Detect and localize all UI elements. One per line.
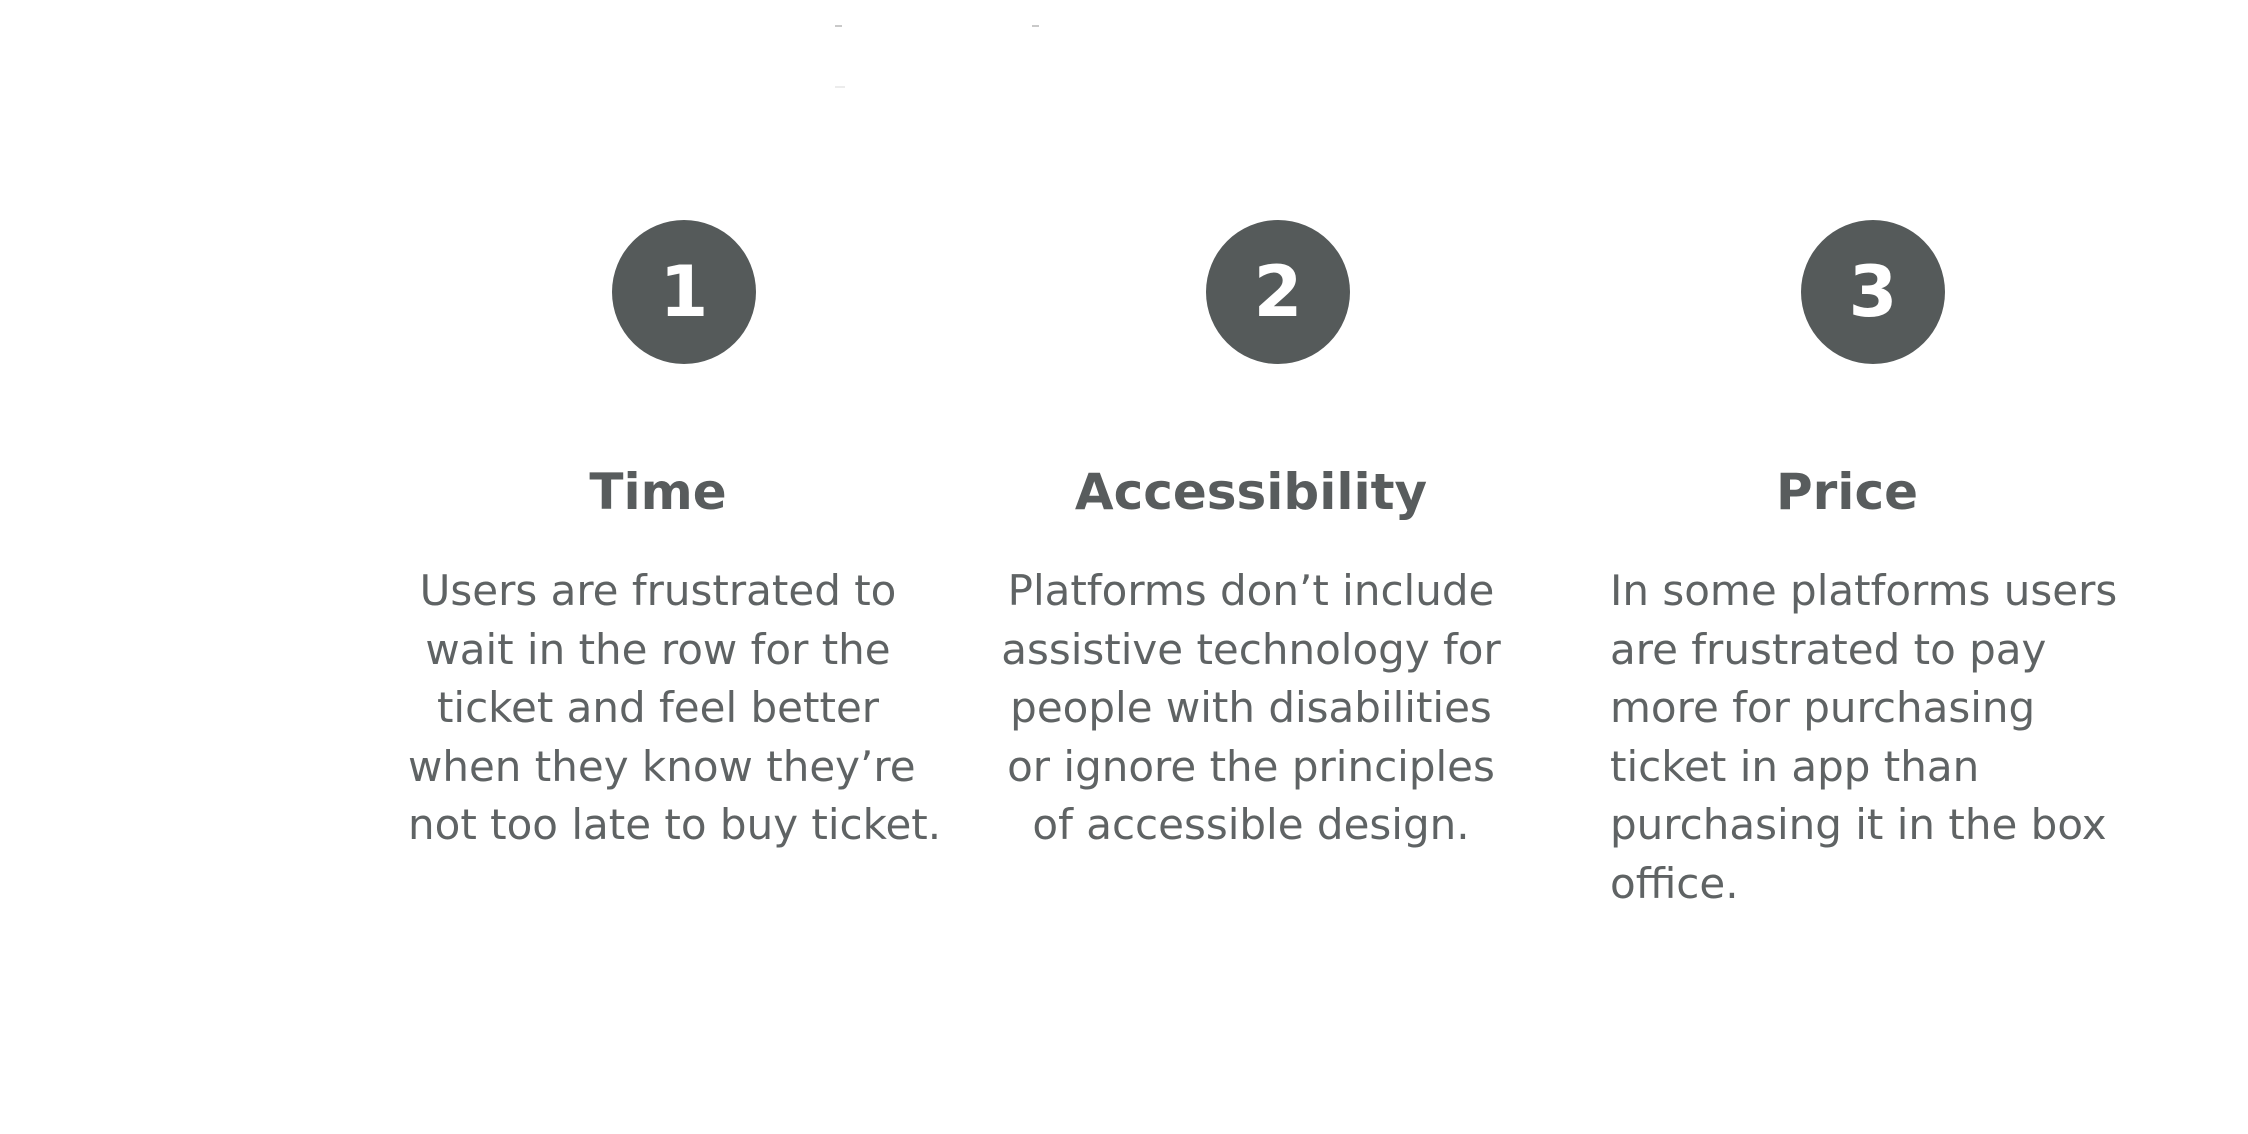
description-line: Users are frustrated to — [419, 566, 897, 615]
number-badge: 3 — [1801, 220, 1945, 364]
top-decorative-marks — [0, 0, 2248, 100]
feature-column-accessibility: 2 Accessibility Platforms don’t include … — [1001, 220, 1515, 940]
description-line: more for purchasing — [1610, 683, 2036, 733]
feature-description: In some platforms users are frustrated t… — [1610, 562, 2118, 914]
feature-title: Accessibility — [1074, 462, 1428, 521]
description-line: of accessible design. — [1032, 800, 1470, 850]
description-line: purchasing it in the box — [1610, 800, 2107, 850]
description-line: ticket and feel better — [436, 683, 880, 733]
description-line: people with disabilities — [1010, 683, 1492, 733]
top-mark-left — [835, 25, 842, 27]
description-line: ticket in app than — [1610, 741, 1980, 791]
description-line: not too late to buy ticket. — [408, 800, 942, 850]
description-line: In some platforms users — [1610, 566, 2118, 615]
feature-column-time: 1 Time Users are frustrated to wait in t… — [408, 220, 941, 940]
top-mark-faint — [835, 86, 845, 88]
feature-column-price: 3 Price In some platforms users are frus… — [1610, 220, 2118, 940]
feature-description: Platforms don’t include assistive techno… — [1001, 562, 1501, 855]
description-line: assistive technology for — [1001, 624, 1501, 674]
description-line: are frustrated to pay — [1610, 624, 2047, 674]
description-line: wait in the row for the — [425, 624, 891, 674]
number-badge: 1 — [612, 220, 756, 364]
description-line: when they know they’re — [408, 741, 916, 791]
feature-title: Time — [589, 462, 727, 521]
number-badge: 2 — [1206, 220, 1350, 364]
description-line: or ignore the principles — [1007, 741, 1495, 791]
top-mark-right — [1032, 25, 1039, 27]
feature-title: Price — [1776, 462, 1918, 521]
feature-description: Users are frustrated to wait in the row … — [408, 562, 942, 855]
description-line: Platforms don’t include — [1007, 566, 1495, 615]
description-line: office. — [1610, 858, 1739, 908]
